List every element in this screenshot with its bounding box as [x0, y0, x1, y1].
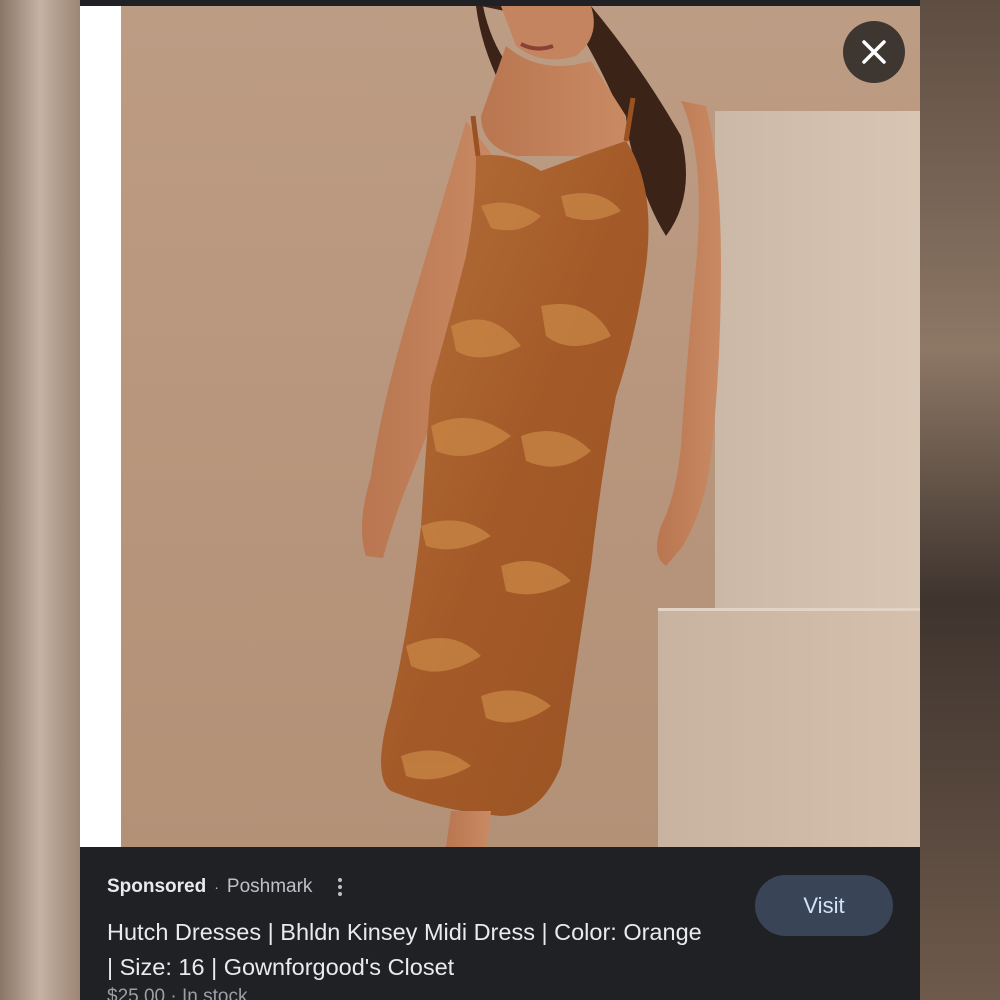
- close-icon: [862, 40, 886, 64]
- product-image-area[interactable]: [80, 6, 920, 847]
- product-title[interactable]: Hutch Dresses | Bhldn Kinsey Midi Dress …: [107, 915, 707, 985]
- close-button[interactable]: [843, 21, 905, 83]
- visit-button[interactable]: Visit: [755, 875, 893, 936]
- blurred-backdrop-right: [920, 0, 1000, 1000]
- separator-dot: ·: [214, 879, 219, 895]
- more-vert-icon[interactable]: [334, 876, 346, 898]
- ad-meta-row: Sponsored · Poshmark: [107, 875, 346, 899]
- product-price: $25.00 · In stock: [107, 986, 248, 1000]
- model-in-dress-illustration: [362, 6, 721, 847]
- merchant-name: Poshmark: [226, 876, 313, 897]
- product-photo: [121, 6, 920, 847]
- ad-info-panel: Sponsored · Poshmark Hutch Dresses | Bhl…: [80, 847, 920, 1000]
- sponsored-label: Sponsored: [107, 876, 207, 897]
- image-preview-sheet: Sponsored · Poshmark Hutch Dresses | Bhl…: [80, 0, 920, 1000]
